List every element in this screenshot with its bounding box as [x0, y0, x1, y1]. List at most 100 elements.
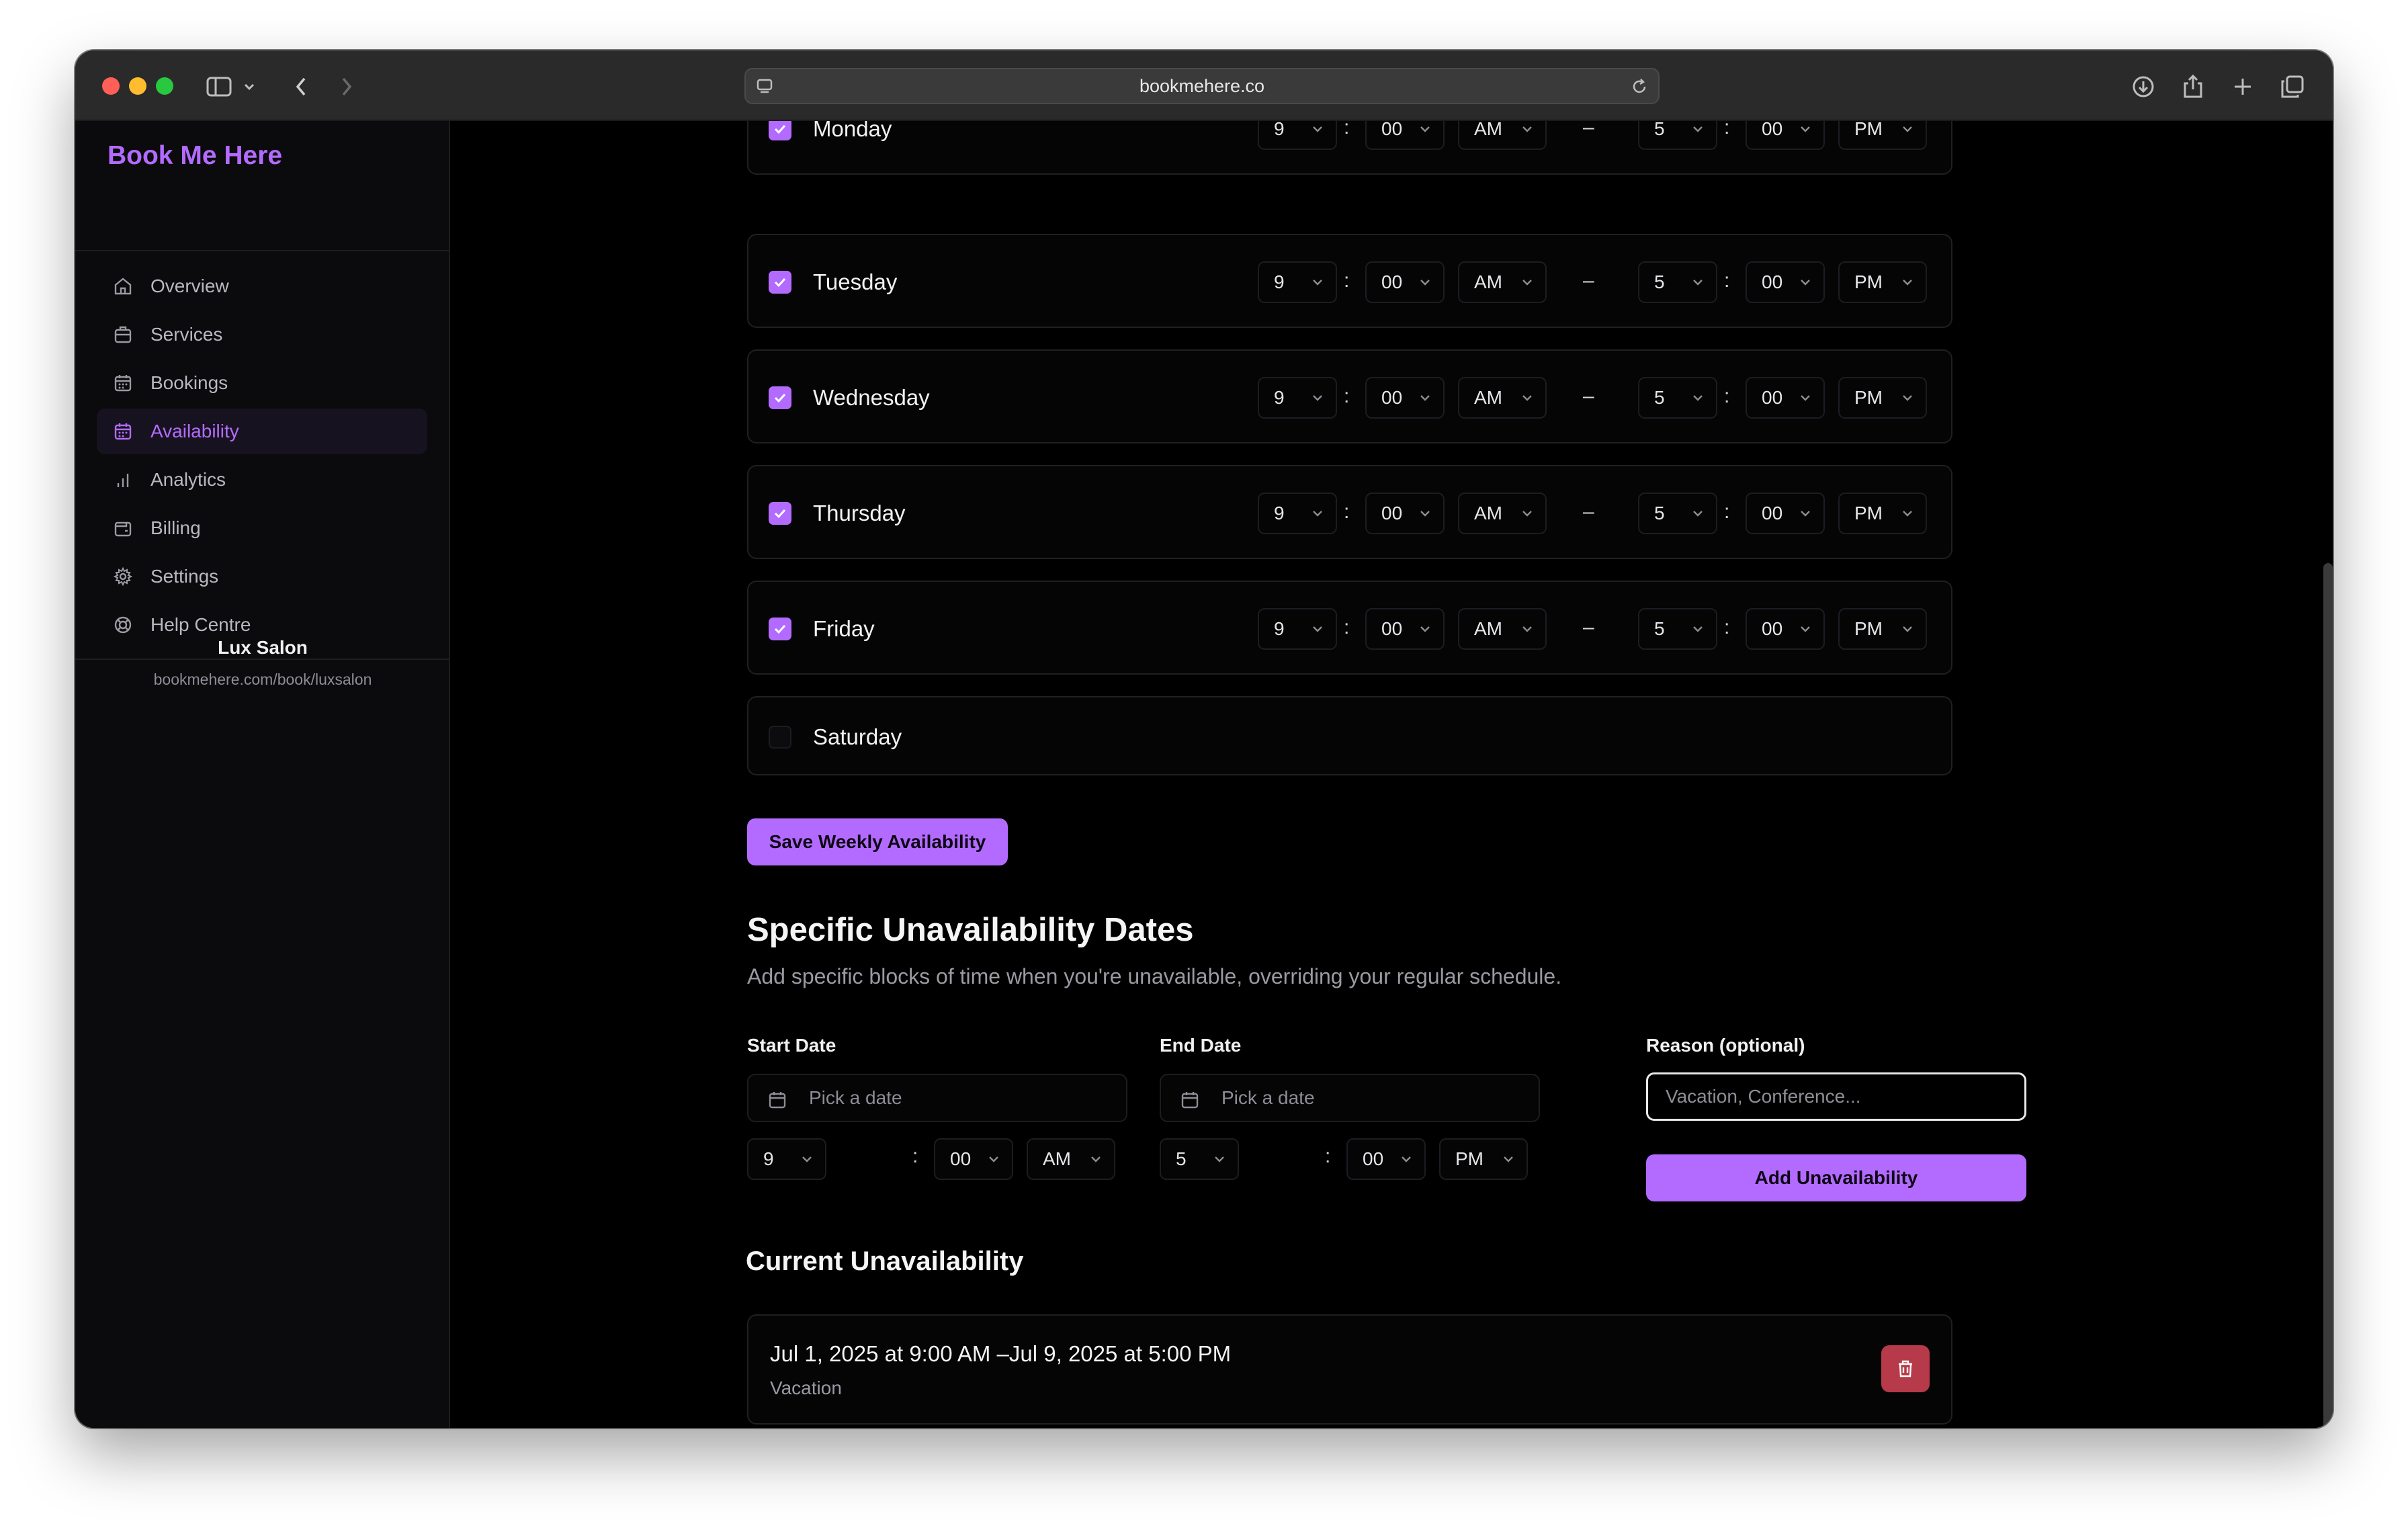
end-ampm-select[interactable]: PM [1439, 1138, 1528, 1180]
chevron-down-icon [1801, 126, 1810, 132]
scrollbar[interactable] [2323, 563, 2333, 1428]
reload-icon[interactable] [1630, 77, 1649, 96]
end-ampm-select[interactable]: PM [1838, 121, 1927, 150]
start-hour-select[interactable]: 9 [1258, 493, 1337, 534]
downloads-icon[interactable] [2127, 71, 2159, 103]
reason-input[interactable] [1646, 1072, 2026, 1121]
add-unavailability-button[interactable]: Add Unavailability [1646, 1154, 2026, 1201]
end-minute-select[interactable]: 00 [1746, 493, 1825, 534]
day-enabled-checkbox[interactable] [769, 726, 791, 749]
day-enabled-checkbox[interactable] [769, 121, 791, 140]
start-date-picker[interactable]: Pick a date [747, 1074, 1127, 1122]
chevron-down-icon [1903, 126, 1912, 132]
sidebar-item-settings[interactable]: Settings [97, 554, 427, 599]
start-hour-select[interactable]: 9 [1258, 608, 1337, 650]
forward-icon[interactable] [331, 71, 363, 103]
end-minute-select[interactable]: 00 [1746, 261, 1825, 303]
sidebar-item-label: Help Centre [150, 614, 251, 635]
chevron-down-icon [1801, 626, 1810, 632]
minimize-window-button[interactable] [129, 77, 146, 95]
chevron-down-icon [1522, 511, 1532, 517]
start-minute-select[interactable]: 00 [1365, 121, 1445, 150]
start-minute-select[interactable]: 00 [934, 1138, 1013, 1180]
time-separator: : [1344, 269, 1350, 292]
unavailability-reason: Vacation [770, 1377, 842, 1398]
start-minute-select[interactable]: 00 [1365, 261, 1445, 303]
end-minute-select[interactable]: 00 [1746, 377, 1825, 419]
trash-icon [1899, 1360, 1912, 1377]
start-hour-select[interactable]: 9 [1258, 377, 1337, 419]
time-separator: : [1344, 616, 1350, 638]
sidebar-toggle-icon[interactable] [203, 71, 235, 103]
end-ampm-select[interactable]: PM [1838, 377, 1927, 419]
gear-icon [113, 566, 133, 587]
chevron-down-icon[interactable] [239, 71, 259, 103]
start-hour-select[interactable]: 9 [747, 1138, 826, 1180]
end-hour-select[interactable]: 5 [1638, 493, 1717, 534]
end-hour-select[interactable]: 5 [1638, 121, 1717, 150]
start-minute-select[interactable]: 00 [1365, 377, 1445, 419]
start-hour-select-value: 9 [1274, 121, 1285, 139]
start-ampm-select[interactable]: AM [1458, 493, 1547, 534]
chevron-down-icon [1522, 126, 1532, 132]
day-enabled-checkbox[interactable] [769, 271, 791, 294]
sidebar-divider [75, 250, 450, 251]
day-enabled-checkbox[interactable] [769, 386, 791, 409]
start-minute-select[interactable]: 00 [1365, 608, 1445, 650]
sidebar-item-overview[interactable]: Overview [97, 263, 427, 309]
end-minute-select[interactable]: 00 [1746, 121, 1825, 150]
back-icon[interactable] [285, 71, 317, 103]
chevron-down-icon [1693, 511, 1703, 517]
sidebar-item-services[interactable]: Services [97, 312, 427, 357]
end-minute-select[interactable]: 00 [1746, 608, 1825, 650]
start-ampm-select[interactable]: AM [1458, 377, 1547, 419]
share-icon[interactable] [2177, 71, 2209, 103]
start-hour-select-value: 9 [1274, 618, 1285, 639]
tab-overview-icon[interactable] [2276, 71, 2309, 103]
time-separator: : [912, 1145, 918, 1167]
start-ampm-select[interactable]: AM [1458, 608, 1547, 650]
start-hour-select[interactable]: 9 [1258, 261, 1337, 303]
chevron-down-icon [1402, 1156, 1411, 1162]
calendar-icon [769, 1092, 786, 1109]
salon-booking-link[interactable]: bookmehere.com/book/luxsalon [75, 671, 450, 689]
start-ampm-select[interactable]: AM [1027, 1138, 1115, 1180]
new-tab-icon[interactable] [2227, 71, 2259, 103]
sidebar-item-bookings[interactable]: Bookings [97, 360, 427, 406]
wallet-icon [114, 521, 132, 537]
end-ampm-select[interactable]: PM [1838, 608, 1927, 650]
time-separator: : [1724, 616, 1730, 638]
start-ampm-select[interactable]: AM [1458, 261, 1547, 303]
end-minute-select[interactable]: 00 [1346, 1138, 1426, 1180]
start-hour-select[interactable]: 9 [1258, 121, 1337, 150]
delete-unavailability-button[interactable] [1881, 1345, 1930, 1392]
end-ampm-select[interactable]: PM [1838, 261, 1927, 303]
close-window-button[interactable] [102, 77, 120, 95]
range-dash: – [1583, 616, 1594, 638]
day-enabled-checkbox[interactable] [769, 502, 791, 525]
start-minute-select[interactable]: 00 [1365, 493, 1445, 534]
sidebar-item-analytics[interactable]: Analytics [97, 457, 427, 503]
day-row-wednesday: Wednesday 9: 00 AM – 5: 00 PM [747, 349, 1952, 443]
sidebar-item-billing[interactable]: Billing [97, 505, 427, 551]
bar-chart-icon [117, 474, 129, 487]
end-hour-select[interactable]: 5 [1638, 377, 1717, 419]
end-date-picker[interactable]: Pick a date [1160, 1074, 1540, 1122]
start-ampm-select[interactable]: AM [1458, 121, 1547, 150]
zoom-window-button[interactable] [156, 77, 173, 95]
start-minute-select-value: 00 [1381, 271, 1403, 292]
day-row-tuesday: Tuesday 9: 00 AM – 5: 00 PM [747, 234, 1952, 328]
sidebar-item-availability[interactable]: Availability [97, 409, 427, 454]
end-hour-select[interactable]: 5 [1638, 261, 1717, 303]
address-bar[interactable]: bookmehere.co [744, 68, 1660, 104]
chevron-down-icon [1522, 626, 1532, 632]
day-enabled-checkbox[interactable] [769, 618, 791, 640]
check-icon [774, 393, 786, 403]
save-weekly-availability-button[interactable]: Save Weekly Availability [747, 818, 1008, 865]
end-ampm-select[interactable]: PM [1838, 493, 1927, 534]
chevron-down-icon [1522, 395, 1532, 401]
end-hour-select[interactable]: 5 [1160, 1138, 1239, 1180]
brand-logo[interactable]: Book Me Here [108, 141, 282, 171]
end-hour-select[interactable]: 5 [1638, 608, 1717, 650]
end-hour-value: 5 [1176, 1148, 1187, 1169]
